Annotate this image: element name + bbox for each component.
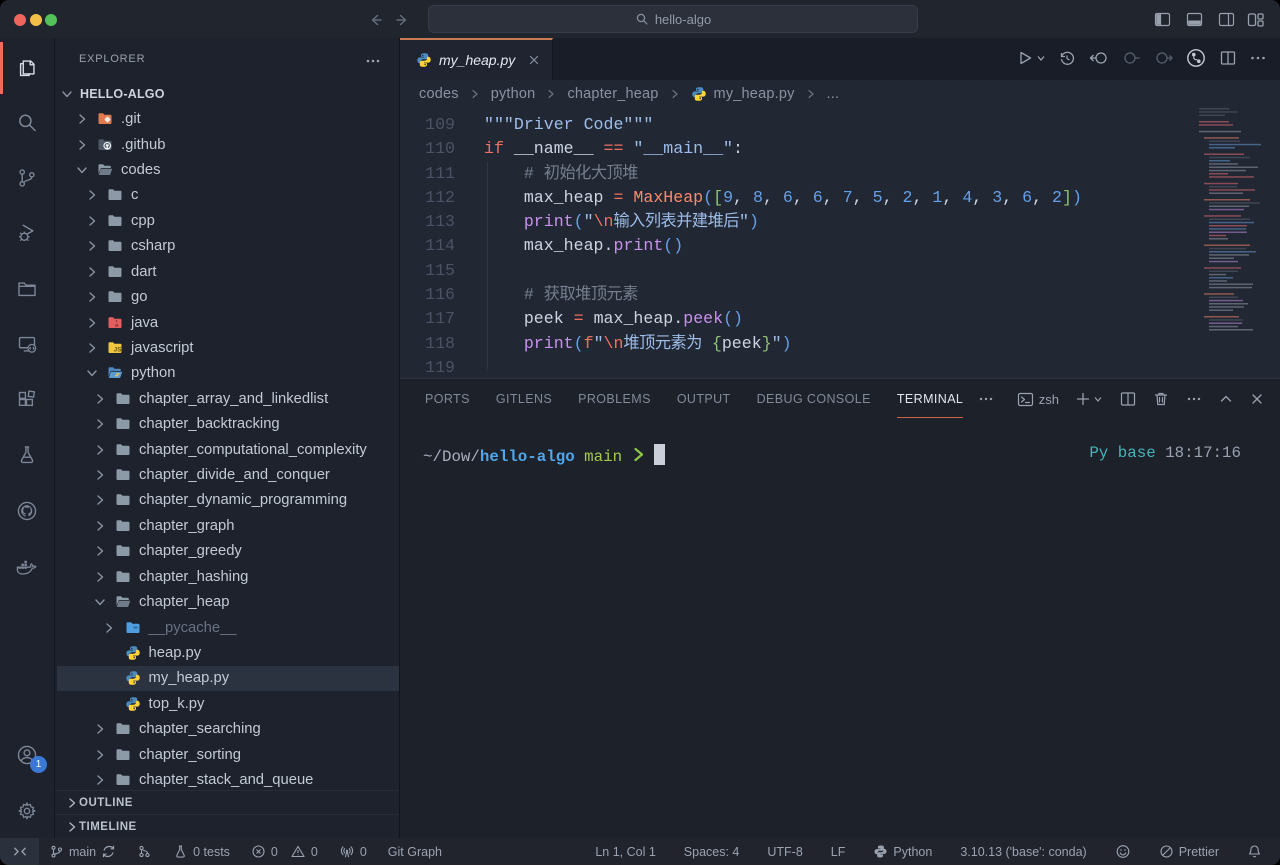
svg-text:JS: JS [114,347,123,354]
